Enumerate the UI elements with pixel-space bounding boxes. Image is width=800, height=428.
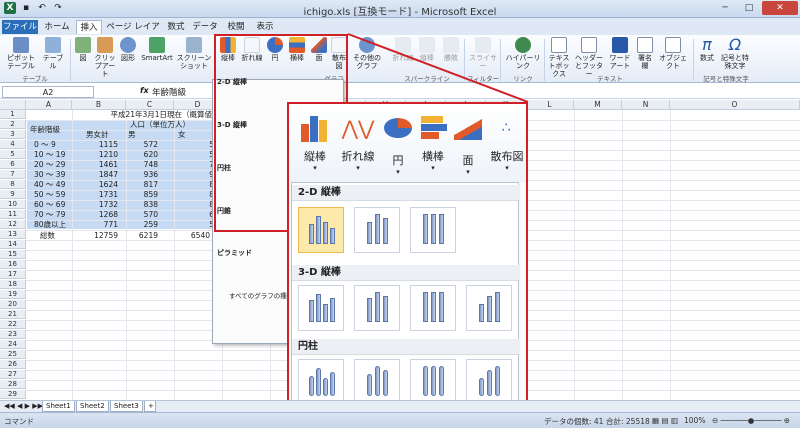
zoom-section-2d: 2-D 縦棒 <box>292 185 520 201</box>
zoom-section-cylinder: 円柱 <box>292 339 520 355</box>
zoom-level[interactable]: 100% <box>684 416 705 425</box>
insert-sheet-icon[interactable]: + <box>144 401 156 412</box>
zoom-slider[interactable]: ⊖ ──────●────── ⊕ <box>712 416 790 425</box>
zoom-pie-button[interactable]: 円 ▾ <box>383 114 413 176</box>
zoom-scatter-button[interactable]: ∴ 散布図 ▾ <box>487 114 526 172</box>
sheet-tab-1[interactable]: Sheet1 <box>42 401 75 412</box>
zoom-line-button[interactable]: ⋀⋁ 折れ線 ▾ <box>337 114 379 172</box>
clustered-column-tile[interactable] <box>298 207 344 253</box>
status-mode: コマンド <box>4 417 34 426</box>
sheet-tab-3[interactable]: Sheet3 <box>110 401 143 412</box>
3d-column-tile[interactable] <box>466 285 512 331</box>
sheet-nav-icon[interactable]: ◀◀ ◀ ▶ ▶▶ <box>4 402 43 410</box>
stacked-cylinder-tile[interactable] <box>354 359 400 405</box>
clustered-cylinder-tile[interactable] <box>298 359 344 405</box>
bar-chart-icon <box>417 114 449 142</box>
sheet-tabs: ◀◀ ◀ ▶ ▶▶ Sheet1 Sheet2 Sheet3 + <box>0 400 800 412</box>
sheet-tab-2[interactable]: Sheet2 <box>76 401 109 412</box>
status-bar: コマンド データの個数: 41 合計: 25518 ▦ ▤ ▥ 100% ⊖ ─… <box>0 412 800 428</box>
3d-100-stacked-column-tile[interactable] <box>410 285 456 331</box>
3d-stacked-column-tile[interactable] <box>354 285 400 331</box>
area-chart-icon <box>454 118 482 140</box>
3d-cylinder-tile[interactable] <box>466 359 512 405</box>
status-sum: 合計: 25518 <box>606 417 650 426</box>
100-stacked-cylinder-tile[interactable] <box>410 359 456 405</box>
3d-clustered-column-tile[interactable] <box>298 285 344 331</box>
zoom-panel: 縦棒 ▾ ⋀⋁ 折れ線 ▾ 円 ▾ 横棒 ▾ 面 ▾ ∴ 散布図 ▾ 2-D 縦… <box>287 102 528 426</box>
zoom-section-3d: 3-D 縦棒 <box>292 265 520 281</box>
zoom-bar-button[interactable]: 横棒 ▾ <box>417 114 449 172</box>
stacked-column-tile[interactable] <box>354 207 400 253</box>
line-chart-icon: ⋀⋁ <box>341 116 375 140</box>
zoom-area-button[interactable]: 面 ▾ <box>453 114 483 176</box>
status-count: データの個数: 41 <box>544 417 604 426</box>
100-stacked-column-tile[interactable] <box>410 207 456 253</box>
column-chart-icon <box>297 114 333 142</box>
zoom-column-button[interactable]: 縦棒 ▾ <box>297 114 333 172</box>
view-buttons-icon[interactable]: ▦ ▤ ▥ <box>652 416 678 425</box>
chart-type-row: 縦棒 ▾ ⋀⋁ 折れ線 ▾ 円 ▾ 横棒 ▾ 面 ▾ ∴ 散布図 ▾ <box>289 104 526 182</box>
pie-chart-icon <box>384 118 412 138</box>
zoom-chart-gallery: 2-D 縦棒 3-D 縦棒 円柱 円錐 <box>291 182 520 424</box>
scatter-chart-icon: ∴ <box>501 120 513 136</box>
